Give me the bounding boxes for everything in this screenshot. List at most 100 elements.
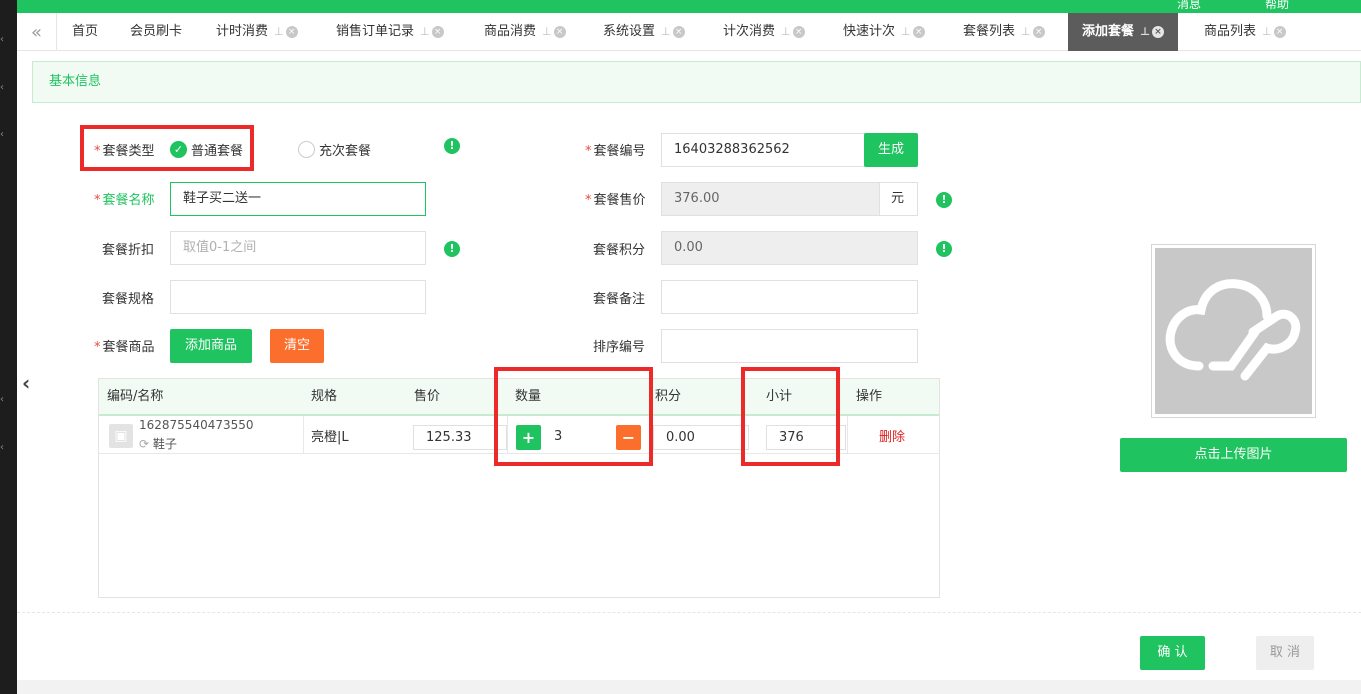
- delete-link[interactable]: 删除: [879, 426, 905, 445]
- price-input[interactable]: 125.33: [413, 425, 507, 450]
- info-icon[interactable]: !: [444, 138, 460, 154]
- package-points-label: 套餐积分: [593, 243, 646, 258]
- subtotal-input[interactable]: 376: [766, 425, 846, 450]
- product-name: 鞋子: [152, 437, 177, 451]
- tab-scroll-left-icon[interactable]: «: [17, 13, 57, 51]
- collapsed-menu-marker: ‹: [0, 82, 4, 93]
- close-icon[interactable]: ×: [912, 25, 925, 38]
- radio-label: 普通套餐: [191, 144, 244, 159]
- col-header-points: 积分: [655, 389, 682, 404]
- tab-product-list[interactable]: 商品列表 ⊥ ×: [1204, 13, 1286, 51]
- tab-sales-orders[interactable]: 销售订单记录 ⊥ ×: [336, 13, 444, 51]
- pin-icon[interactable]: ⊥: [901, 13, 911, 51]
- package-points-input[interactable]: 0.00: [661, 231, 918, 265]
- package-name-label: * 套餐名称: [94, 193, 155, 208]
- close-icon[interactable]: ×: [672, 25, 685, 38]
- tab-package-list[interactable]: 套餐列表 ⊥ ×: [963, 13, 1045, 51]
- col-header-code-name: 编码/名称: [107, 389, 164, 404]
- tab-home[interactable]: 首页: [72, 13, 98, 51]
- close-icon[interactable]: ×: [285, 25, 298, 38]
- tab-system-settings[interactable]: 系统设置 ⊥ ×: [603, 13, 685, 51]
- tab-quick-count[interactable]: 快速计次 ⊥ ×: [843, 13, 925, 51]
- tab-timed-consumption[interactable]: 计时消费 ⊥ ×: [216, 13, 298, 51]
- pin-icon[interactable]: ⊥: [1140, 13, 1150, 51]
- check-icon: ✓: [170, 141, 187, 158]
- sort-number-input[interactable]: [661, 329, 918, 363]
- product-image-icon: ▣: [109, 424, 133, 448]
- pin-icon[interactable]: ⊥: [1021, 13, 1031, 51]
- cancel-button[interactable]: 取 消: [1256, 636, 1314, 670]
- close-icon[interactable]: ×: [1273, 25, 1286, 38]
- image-upload-preview[interactable]: [1151, 244, 1316, 418]
- table-header: 编码/名称 规格 售价 数量 积分 小计 操作: [99, 379, 939, 416]
- tab-label: 添加套餐: [1082, 24, 1135, 39]
- collapsed-menu-marker: ‹: [0, 129, 4, 140]
- package-name-input[interactable]: 鞋子买二送一: [170, 182, 426, 216]
- tab-label: 系统设置: [603, 24, 656, 39]
- close-icon[interactable]: ×: [792, 25, 805, 38]
- product-code: 162875540473550: [139, 418, 254, 432]
- chevron-left-icon[interactable]: ‹: [22, 371, 30, 395]
- cloud-upload-icon: [1155, 248, 1312, 414]
- tab-label: 计次消费: [723, 24, 776, 39]
- package-discount-input[interactable]: 取值0-1之间: [170, 231, 426, 265]
- close-icon[interactable]: ×: [1032, 25, 1045, 38]
- tab-label: 快速计次: [843, 24, 896, 39]
- collapsed-menu-marker: ‹: [0, 442, 4, 453]
- tab-add-package[interactable]: 添加套餐 ⊥ ×: [1068, 13, 1179, 51]
- pin-icon[interactable]: ⊥: [274, 13, 284, 51]
- pin-icon[interactable]: ⊥: [420, 13, 430, 51]
- info-icon[interactable]: !: [936, 241, 952, 257]
- info-icon[interactable]: !: [936, 192, 952, 208]
- collapsed-menu-marker: ‹: [0, 34, 4, 45]
- tab-label: 套餐列表: [963, 24, 1016, 39]
- pin-icon[interactable]: ⊥: [661, 13, 671, 51]
- tab-label: 会员刷卡: [130, 24, 183, 39]
- cell-divider: [507, 416, 508, 454]
- col-header-subtotal: 小计: [766, 389, 793, 404]
- radio-normal-package[interactable]: ✓ 普通套餐: [170, 140, 243, 159]
- cell-divider: [847, 416, 848, 454]
- pin-icon[interactable]: ⊥: [1262, 13, 1272, 51]
- minus-icon[interactable]: −: [616, 425, 641, 450]
- close-icon[interactable]: ×: [1152, 25, 1165, 38]
- tab-product-consumption[interactable]: 商品消费 ⊥ ×: [484, 13, 566, 51]
- section-title-basic-info: 基本信息: [32, 61, 1361, 103]
- generate-button[interactable]: 生成: [864, 133, 918, 167]
- quantity-input[interactable]: 3: [542, 425, 616, 450]
- package-spec-label: 套餐规格: [102, 292, 155, 307]
- plus-icon[interactable]: +: [516, 425, 541, 450]
- tab-count-consumption[interactable]: 计次消费 ⊥ ×: [723, 13, 805, 51]
- tab-label: 商品消费: [484, 24, 537, 39]
- close-icon[interactable]: ×: [431, 25, 444, 38]
- top-header-bar: 消息 帮助: [17, 0, 1361, 13]
- package-products-label: * 套餐商品: [94, 340, 155, 355]
- radio-recharge-package[interactable]: 充次套餐: [298, 140, 371, 159]
- close-icon[interactable]: ×: [553, 25, 566, 38]
- points-input[interactable]: 0.00: [653, 425, 749, 450]
- package-price-input[interactable]: 376.00: [661, 182, 880, 216]
- price-unit-addon: 元: [879, 182, 918, 216]
- pin-icon[interactable]: ⊥: [542, 13, 552, 51]
- table-row: ▣ 162875540473550 ⟳ 鞋子 亮橙|L 125.33 + 3 −…: [99, 416, 939, 454]
- product-name-wrap: ⟳ 鞋子: [139, 435, 177, 452]
- topbar-link-messages[interactable]: 消息: [1177, 0, 1201, 12]
- upload-image-button[interactable]: 点击上传图片: [1120, 438, 1347, 472]
- package-code-input[interactable]: 16403288362562: [661, 133, 865, 167]
- left-sidebar-strip: ‹ ‹ ‹ ‹ ‹: [0, 0, 17, 694]
- topbar-link-help[interactable]: 帮助: [1265, 0, 1289, 12]
- add-product-button[interactable]: 添加商品: [170, 329, 252, 363]
- package-products-table: 编码/名称 规格 售价 数量 积分 小计 操作 ▣ 16287554047355…: [98, 378, 940, 598]
- tab-member-card[interactable]: 会员刷卡: [130, 13, 182, 51]
- package-price-label: * 套餐售价: [585, 193, 646, 208]
- bottom-scroll-strip: [17, 680, 1361, 694]
- clear-button[interactable]: 清空: [270, 329, 324, 363]
- info-icon[interactable]: !: [444, 241, 460, 257]
- pin-icon[interactable]: ⊥: [781, 13, 791, 51]
- product-spec: 亮橙|L: [311, 430, 349, 445]
- package-spec-input[interactable]: [170, 280, 426, 314]
- confirm-button[interactable]: 确 认: [1140, 636, 1205, 670]
- package-remark-label: 套餐备注: [593, 292, 646, 307]
- package-remark-input[interactable]: [661, 280, 918, 314]
- footer-divider: [17, 612, 1361, 613]
